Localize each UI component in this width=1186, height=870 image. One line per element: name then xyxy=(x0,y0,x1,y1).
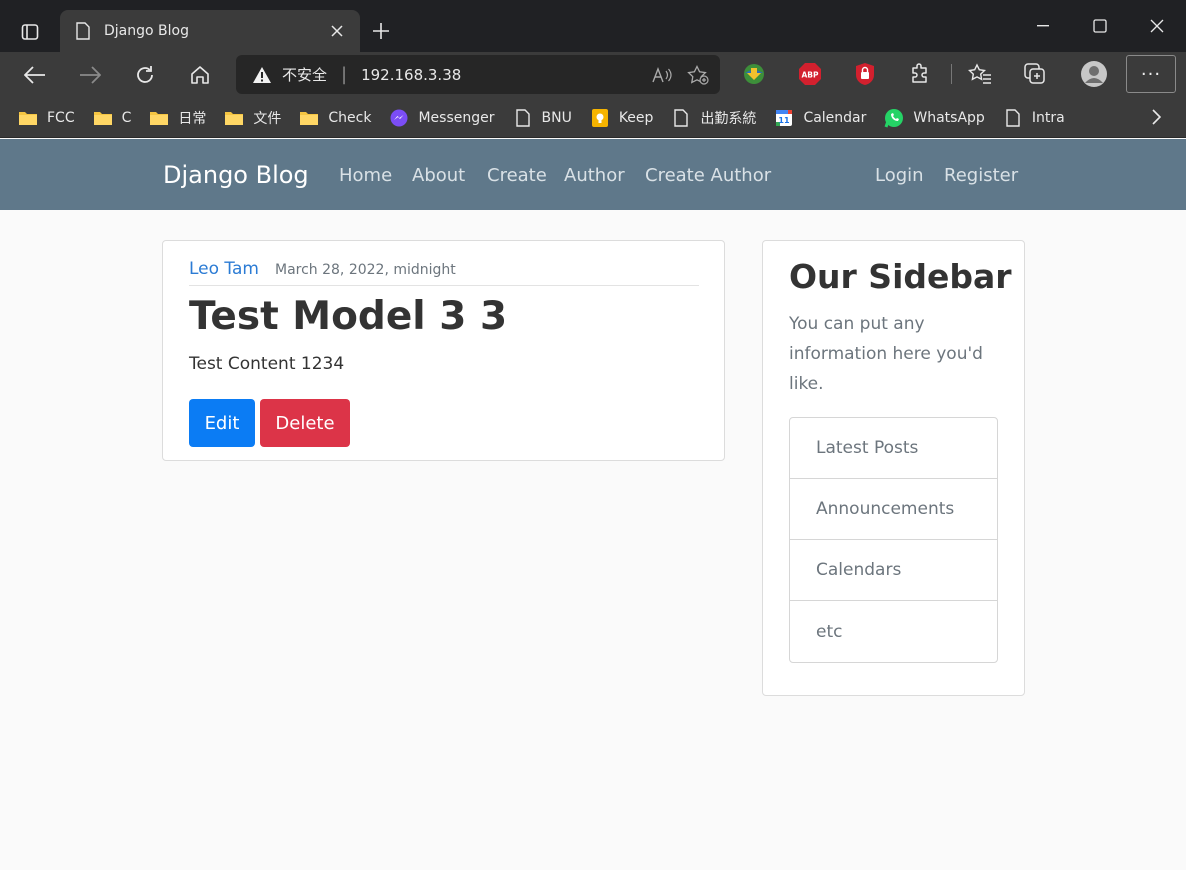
sidebar-title: Our Sidebar xyxy=(789,257,1012,296)
folder-icon xyxy=(149,109,169,127)
bookmark-daily[interactable]: 日常 xyxy=(149,103,206,133)
security-label[interactable]: 不安全 xyxy=(282,64,327,85)
close-window-icon[interactable] xyxy=(1142,12,1172,40)
post-content: Test Content 1234 xyxy=(189,354,345,374)
browser-tab[interactable]: Django Blog xyxy=(60,10,360,52)
nav-create[interactable]: Create xyxy=(487,165,547,186)
post-title: Test Model 3 3 xyxy=(189,294,508,339)
address-separator: | xyxy=(341,64,348,85)
download-manager-icon[interactable] xyxy=(740,60,768,88)
add-favorite-icon[interactable] xyxy=(684,61,712,89)
lock-extension-icon[interactable] xyxy=(851,60,879,88)
new-tab-icon[interactable] xyxy=(368,18,394,44)
minimize-icon[interactable] xyxy=(1028,12,1058,40)
sidebar-list: Latest Posts Announcements Calendars etc xyxy=(789,417,998,663)
collections-icon[interactable] xyxy=(1021,60,1049,88)
adblock-badge-text: ABP xyxy=(801,71,819,80)
calendar-day-text: 11 xyxy=(779,116,791,125)
browser-tab-bar: Django Blog xyxy=(0,0,1186,52)
post-author-link[interactable]: Leo Tam xyxy=(189,259,259,279)
bookmarks-bar: FCC C 日常 文件 Check Messenger BNU Keep 出勤系… xyxy=(0,98,1186,138)
folder-icon xyxy=(18,109,38,127)
site-brand[interactable]: Django Blog xyxy=(163,161,309,189)
nav-create-author[interactable]: Create Author xyxy=(645,165,771,186)
back-icon[interactable] xyxy=(19,59,51,91)
sidebar-item-latest-posts[interactable]: Latest Posts xyxy=(790,418,997,479)
sidebar-item-announcements[interactable]: Announcements xyxy=(790,479,997,540)
sidebar-item-calendars[interactable]: Calendars xyxy=(790,540,997,601)
sidebar-item-etc[interactable]: etc xyxy=(790,601,997,662)
chevron-right-icon[interactable] xyxy=(1144,105,1168,129)
post-date: March 28, 2022, midnight xyxy=(274,262,456,278)
address-bar[interactable]: 不安全 | 192.168.3.38 xyxy=(236,55,720,94)
page-icon xyxy=(513,108,533,127)
messenger-icon xyxy=(389,109,409,127)
bookmark-keep[interactable]: Keep xyxy=(590,103,653,133)
bookmark-intra[interactable]: Intra xyxy=(1003,103,1065,133)
bookmark-check[interactable]: Check xyxy=(299,103,371,133)
edit-button[interactable]: Edit xyxy=(189,399,255,447)
url-text[interactable]: 192.168.3.38 xyxy=(361,66,648,84)
nav-home[interactable]: Home xyxy=(339,165,392,186)
bookmark-fcc[interactable]: FCC xyxy=(18,103,75,133)
nav-about[interactable]: About xyxy=(412,165,465,186)
nav-login[interactable]: Login xyxy=(875,165,924,186)
toolbar-divider xyxy=(948,60,956,88)
tab-title: Django Blog xyxy=(104,23,189,39)
page-icon xyxy=(671,108,691,127)
post-card: Leo Tam March 28, 2022, midnight Test Mo… xyxy=(162,240,725,461)
home-icon[interactable] xyxy=(184,59,216,91)
folder-icon xyxy=(224,109,244,127)
settings-menu-button[interactable]: ··· xyxy=(1126,55,1176,93)
reload-icon[interactable] xyxy=(129,59,161,91)
folder-icon xyxy=(299,109,319,127)
post-meta: Leo Tam March 28, 2022, midnight xyxy=(189,259,699,286)
bookmark-c[interactable]: C xyxy=(93,103,131,133)
calendar-icon: 11 xyxy=(774,109,794,127)
forward-icon[interactable] xyxy=(74,59,106,91)
bookmark-documents[interactable]: 文件 xyxy=(224,103,281,133)
bookmark-whatsapp[interactable]: WhatsApp xyxy=(884,103,985,133)
page-icon xyxy=(74,22,92,40)
bookmark-messenger[interactable]: Messenger xyxy=(389,103,495,133)
page-icon xyxy=(1003,108,1023,127)
whatsapp-icon xyxy=(884,108,904,127)
sidebar-text: You can put any information here you'd l… xyxy=(789,314,983,394)
read-aloud-icon[interactable] xyxy=(648,61,676,89)
extensions-icon[interactable] xyxy=(906,60,934,88)
sidebar-card: Our Sidebar You can put any information … xyxy=(762,240,1025,696)
bookmark-calendar[interactable]: 11 Calendar xyxy=(774,103,866,133)
warning-icon[interactable] xyxy=(252,65,272,85)
nav-register[interactable]: Register xyxy=(944,165,1018,186)
delete-button[interactable]: Delete xyxy=(260,399,350,447)
nav-author[interactable]: Author xyxy=(564,165,625,186)
bookmark-bnu[interactable]: BNU xyxy=(513,103,572,133)
tab-actions-icon[interactable] xyxy=(12,18,48,46)
bookmark-attendance[interactable]: 出勤系統 xyxy=(671,103,756,133)
close-tab-icon[interactable] xyxy=(328,22,346,40)
folder-icon xyxy=(93,109,113,127)
adblock-plus-icon[interactable]: ABP xyxy=(796,60,824,88)
maximize-icon[interactable] xyxy=(1085,12,1115,40)
keep-icon xyxy=(590,108,610,127)
favorites-icon[interactable] xyxy=(966,60,994,88)
profile-avatar-icon[interactable] xyxy=(1080,60,1108,88)
